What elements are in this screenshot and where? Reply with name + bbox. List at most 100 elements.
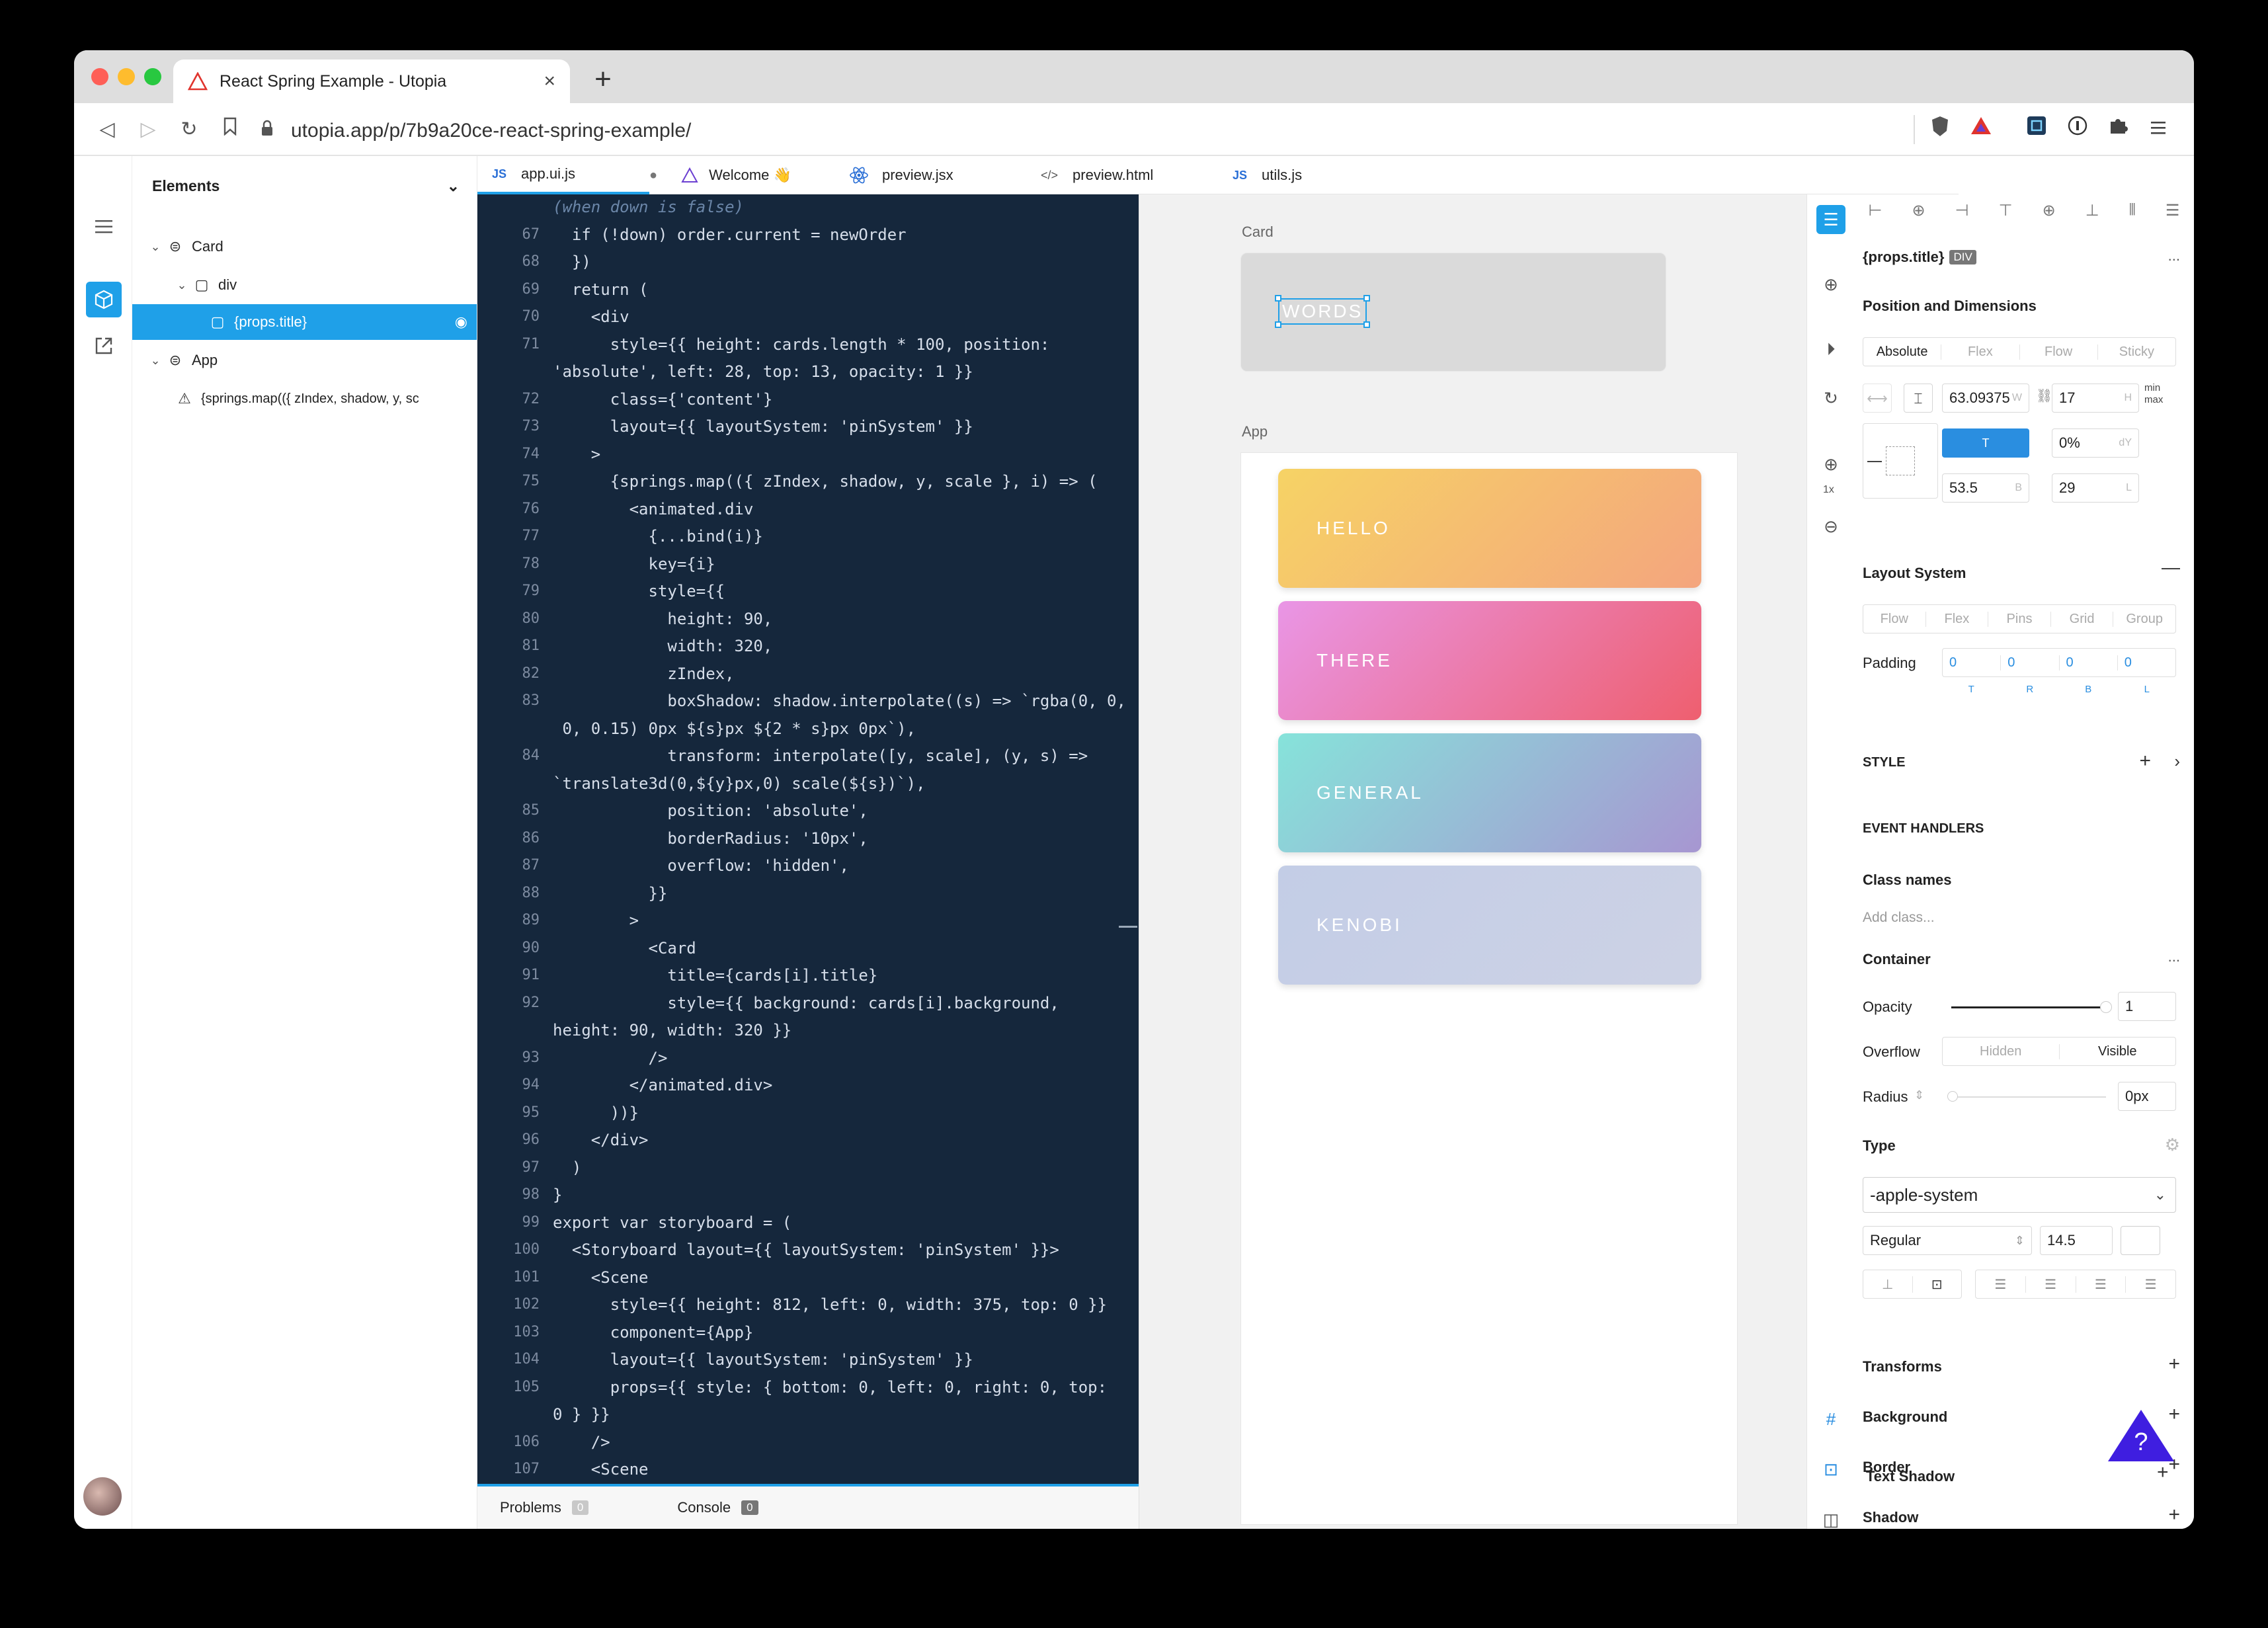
reload-icon[interactable]: ↻ [172, 112, 206, 147]
container-more-icon[interactable]: ... [2168, 948, 2180, 965]
padding-left-input[interactable]: 0 [2118, 655, 2175, 671]
chevron-down-icon[interactable]: ⌄ [447, 177, 460, 195]
align-text-justify-icon[interactable]: ☰ [2126, 1276, 2175, 1293]
problems-tab[interactable]: Problems 0 [500, 1499, 589, 1516]
align-text-left-icon[interactable]: ☰ [1976, 1276, 2026, 1293]
radius-slider-thumb[interactable] [1947, 1091, 1958, 1102]
close-window-button[interactable] [91, 68, 108, 85]
position-mode-sticky[interactable]: Sticky [2098, 345, 2175, 360]
font-family-select[interactable]: -apple-system ⌄ [1863, 1177, 2176, 1213]
align-text-center-icon[interactable]: ☰ [2026, 1276, 2076, 1293]
help-button[interactable]: ? [2107, 1408, 2175, 1466]
bookmark-icon[interactable] [213, 112, 247, 147]
dy-input[interactable]: 0% dY [2052, 428, 2139, 458]
forward-icon[interactable]: ▷ [131, 112, 165, 147]
distribute-h-icon[interactable]: ⫴ [2129, 201, 2136, 230]
layout-mode-flex[interactable]: Flex [1926, 611, 1989, 627]
min-max-toggle[interactable]: min max [2144, 382, 2163, 406]
elements-cube-icon[interactable] [86, 282, 122, 317]
pin-top-toggle[interactable]: T [1942, 428, 2029, 458]
card-hello[interactable]: HELLO [1278, 469, 1701, 588]
text-color-swatch[interactable] [2121, 1226, 2160, 1255]
brave-shield-icon[interactable] [1925, 115, 1955, 144]
position-mode-flex[interactable]: Flex [1941, 344, 2020, 360]
resize-handle-top-left[interactable] [1275, 295, 1281, 302]
vertical-size-icon[interactable]: ⌶ [1904, 384, 1933, 413]
chevron-down-icon[interactable]: ⌄ [147, 354, 164, 368]
resize-handle-bottom-left[interactable] [1275, 321, 1281, 328]
text-align-selector[interactable]: ☰ ☰ ☰ ☰ [1975, 1270, 2176, 1299]
radius-input[interactable]: 0px [2118, 1082, 2176, 1111]
user-avatar[interactable] [83, 1477, 122, 1516]
chevron-down-icon[interactable]: ⌄ [173, 278, 190, 292]
overflow-hidden[interactable]: Hidden [1943, 1043, 2060, 1059]
zoom-in-icon[interactable]: ⊕ [1816, 450, 1845, 479]
tab-utils-js[interactable]: JS utils.js [1218, 156, 1363, 194]
zoom-window-button[interactable] [144, 68, 161, 85]
horizontal-size-icon[interactable]: ⟷ [1863, 384, 1892, 413]
align-top-icon[interactable]: ⊤ [1999, 201, 2013, 230]
refresh-icon[interactable]: ↻ [1816, 384, 1845, 413]
bottom-input[interactable]: 53.5 B [1942, 473, 2029, 503]
resize-handle-top-right[interactable] [1363, 295, 1371, 302]
align-left-icon[interactable]: ⊢ [1869, 201, 1883, 230]
resize-handle[interactable] [1119, 926, 1137, 928]
pin-left-line[interactable] [1867, 461, 1882, 462]
frame-icon[interactable]: # [1816, 1404, 1845, 1434]
code-area[interactable]: (when down is false) 67 if (!down) order.… [477, 194, 1139, 1484]
selected-text-element[interactable]: WORDS [1275, 295, 1371, 328]
extensions-puzzle-icon[interactable] [2104, 115, 2133, 144]
pin-control[interactable] [1863, 423, 1938, 499]
chevron-right-icon[interactable]: › [2174, 751, 2180, 772]
card-general[interactable]: GENERAL [1278, 733, 1701, 852]
layout-mode-flow[interactable]: Flow [1863, 611, 1926, 627]
padding-top-input[interactable]: 0 [1943, 655, 2002, 671]
opacity-slider[interactable] [1951, 1001, 2112, 1013]
tree-item-card[interactable]: ⌄ ⊜ Card [132, 229, 477, 265]
code-panel-icon[interactable]: ⊡ [1816, 1455, 1845, 1484]
minimize-window-button[interactable] [118, 68, 135, 85]
text-sizing-selector[interactable]: ⊥ ⊡ [1863, 1270, 1962, 1299]
tab-preview-jsx[interactable]: preview.jsx [834, 156, 1026, 194]
insert-plus-icon[interactable]: ⊕ [1816, 270, 1845, 299]
tree-item-app[interactable]: ⌄ ⊜ App [132, 343, 477, 378]
card-there[interactable]: THERE [1278, 601, 1701, 720]
radius-slider[interactable] [1947, 1091, 2106, 1102]
left-input[interactable]: 29 L [2052, 473, 2139, 503]
add-transform-icon[interactable]: + [2168, 1353, 2180, 1375]
tree-item-props-title[interactable]: ▢ {props.title} ◉ [132, 304, 477, 340]
layout-mode-grid[interactable]: Grid [2051, 611, 2114, 627]
remove-layout-icon[interactable]: — [2162, 557, 2180, 578]
tab-app-ui-js[interactable]: JS app.ui.js [477, 156, 649, 194]
position-mode-absolute[interactable]: Absolute [1863, 344, 1942, 360]
align-right-icon[interactable]: ⊣ [1955, 201, 1969, 230]
add-style-icon[interactable]: + [2139, 750, 2151, 772]
font-weight-select[interactable]: Regular ⇕ [1863, 1226, 2032, 1255]
tab-preview-html[interactable]: </> preview.html [1026, 156, 1218, 194]
inspector-list-icon[interactable]: ☰ [1816, 205, 1845, 234]
console-tab[interactable]: Console 0 [677, 1499, 758, 1516]
add-class-input[interactable]: Add class... [1863, 910, 1935, 926]
fixed-size-icon[interactable]: ⊡ [1913, 1276, 1962, 1293]
close-tab-icon[interactable]: × [544, 70, 555, 93]
aspect-lock-icon[interactable]: ⛓ [2036, 387, 2052, 404]
tree-item-div[interactable]: ⌄ ▢ div [132, 267, 477, 303]
align-text-right-icon[interactable]: ☰ [2076, 1276, 2126, 1293]
layout-mode-group[interactable]: Group [2113, 612, 2175, 627]
app-scene[interactable]: HELLO THERE GENERAL KENOBI [1240, 452, 1738, 1525]
browser-menu-icon[interactable] [2144, 115, 2173, 144]
padding-right-input[interactable]: 0 [2001, 655, 2060, 671]
url-bar[interactable]: utopia.app/p/7b9a20ce-react-spring-examp… [261, 116, 1914, 145]
opacity-slider-thumb[interactable] [2100, 1001, 2112, 1013]
align-center-v-icon[interactable]: ⊕ [2043, 201, 2056, 230]
radius-stepper-icon[interactable]: ⇕ [1914, 1088, 1924, 1102]
height-input[interactable]: 17 H [2052, 384, 2139, 413]
resize-handle-bottom-right[interactable] [1363, 321, 1371, 328]
auto-height-icon[interactable]: ⊥ [1863, 1276, 1913, 1293]
hamburger-menu-icon[interactable] [86, 209, 122, 245]
type-settings-gear-icon[interactable]: ⚙ [2165, 1135, 2180, 1155]
split-view-icon[interactable]: ◫ [1816, 1505, 1845, 1529]
card-scene[interactable]: WORDS [1240, 253, 1666, 372]
back-icon[interactable]: ◁ [90, 112, 124, 147]
position-mode-flow[interactable]: Flow [2020, 344, 2098, 360]
